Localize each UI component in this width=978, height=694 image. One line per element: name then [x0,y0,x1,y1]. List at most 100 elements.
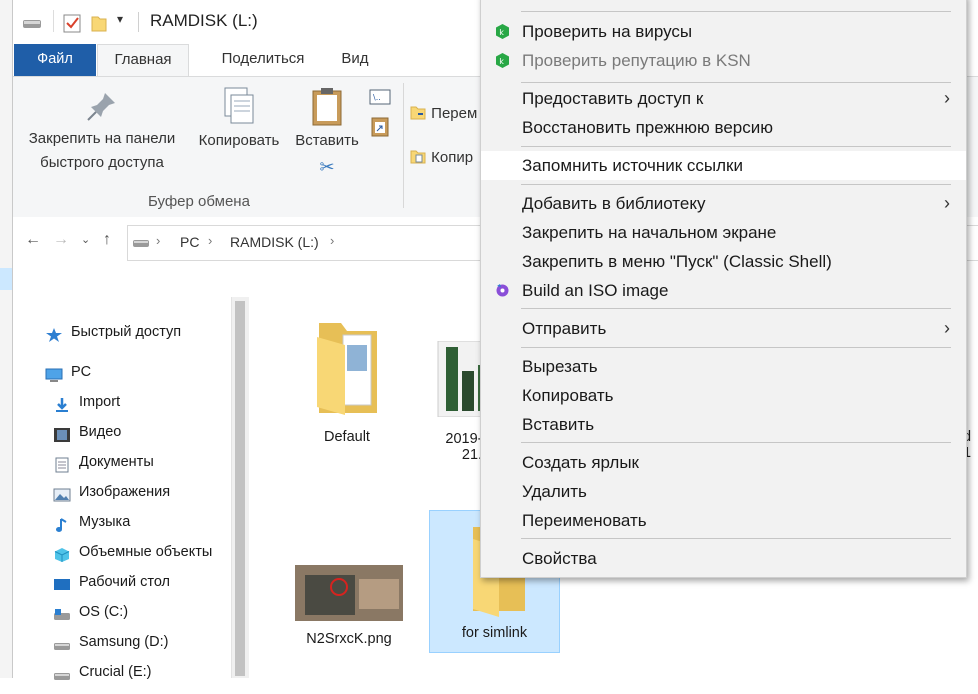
svg-text:\..: \.. [373,93,381,102]
up-arrow-icon[interactable]: ↑ [103,231,111,249]
menu-item-label: Удалить [522,482,587,501]
menu-item-label: Вырезать [522,357,598,376]
context-menu: k Проверить на вирусы k Проверить репута… [480,0,967,578]
menu-item-delete[interactable]: Удалить [481,477,966,506]
nav-import[interactable]: Import [53,387,120,417]
nav-video[interactable]: Видео [53,417,121,447]
menu-item-rename[interactable]: Переименовать [481,506,966,535]
menu-item-label: Восстановить прежнюю версию [522,118,773,137]
menu-item-pin-start-screen[interactable]: Закрепить на начальном экране [481,218,966,247]
pin-label-line2: быстрого доступа [40,154,164,171]
image-icon [53,484,71,502]
cube-icon [53,544,71,563]
breadcrumb-chevron-icon[interactable]: › [156,233,160,248]
menu-item-label: Проверить на вирусы [522,22,693,41]
menu-item-pin-classic-shell[interactable]: Закрепить в меню "Пуск" (Classic Shell) [481,247,966,276]
back-arrow-icon[interactable]: ← [25,231,41,249]
navigation-pane: Быстрый доступ PC Import Видео Документы… [13,297,249,681]
menu-item-copy[interactable]: Копировать [481,381,966,410]
nav-drive-d[interactable]: Samsung (D:) [53,627,168,657]
menu-item-add-to-library[interactable]: Добавить в библиотеку › [481,189,966,218]
nav-pane-scrollbar[interactable] [231,297,249,678]
nav-pc[interactable]: PC [45,357,91,387]
menu-separator [521,146,951,147]
menu-item-label: Предоставить доступ к [522,89,704,108]
paste-button[interactable]: Вставить ✂ [287,85,367,179]
nav-label: Быстрый доступ [71,324,182,340]
film-icon [53,424,71,443]
menu-item-label: Вставить [522,415,595,434]
menu-item-label: Переименовать [522,511,647,530]
nav-label: Документы [79,454,154,470]
menu-item-label: Свойства [522,549,597,568]
menu-item-label: Закрепить в меню "Пуск" (Classic Shell) [522,252,832,271]
nav-drive-e[interactable]: Crucial (E:) [53,657,152,687]
menu-item-paste[interactable]: Вставить [481,410,966,439]
scrollbar-thumb[interactable] [235,301,245,676]
breadcrumb-ramdisk[interactable]: RAMDISK (L:) [230,234,319,250]
pin-quick-access-button[interactable]: Закрепить на панели быстрого доступа [17,89,187,175]
menu-item-label: Запомнить источник ссылки [522,156,743,175]
recent-locations-chevron-icon[interactable]: ⌄ [81,233,90,246]
copy-label: Копировать [198,132,280,149]
nav-label: Музыка [79,514,131,530]
svg-text:k: k [499,57,504,66]
tab-view[interactable]: Вид [333,44,377,76]
breadcrumb-chevron-icon[interactable]: › [208,233,212,248]
menu-item-label: Build an ISO image [522,281,669,300]
folder-with-documents-icon [317,323,377,415]
forward-arrow-icon[interactable]: → [53,231,69,249]
menu-item-label: Добавить в библиотеку [522,194,706,213]
menu-item-cut[interactable]: Вырезать [481,352,966,381]
nav-desktop[interactable]: Рабочий стол [53,567,170,597]
menu-item-build-iso[interactable]: Build an ISO image [481,276,966,305]
drive-icon[interactable] [21,12,43,34]
file-item-n2srxck[interactable]: N2SrxcK.png [291,565,407,655]
nav-music[interactable]: Музыка [53,507,130,537]
submenu-arrow-icon: › [944,193,950,213]
drive-icon [53,604,71,621]
tab-home[interactable]: Главная [97,44,189,76]
cut-scissors-icon[interactable]: ✂ [287,155,367,179]
kaspersky-icon: k [496,53,509,68]
menu-item-restore-version[interactable]: Восстановить прежнюю версию [481,113,966,142]
menu-item-give-access[interactable]: Предоставить доступ к › [481,84,966,113]
menu-item-label: Закрепить на начальном экране [522,223,777,242]
menu-item-ksn-reputation[interactable]: k Проверить репутацию в KSN [481,46,966,75]
tab-share[interactable]: Поделиться [203,44,323,76]
menu-item-create-shortcut[interactable]: Создать ярлык [481,448,966,477]
menu-item-label: Отправить [522,319,607,338]
menu-item-scan-virus[interactable]: k Проверить на вирусы [481,17,966,46]
breadcrumb-chevron-icon[interactable]: › [330,233,334,248]
png-thumbnail-icon [295,565,403,621]
title-divider [138,12,139,32]
breadcrumb-pc[interactable]: PC [180,234,199,250]
nav-documents[interactable]: Документы [53,447,154,477]
copy-button[interactable]: Копировать [189,85,289,153]
file-item-default-folder[interactable]: Default [297,315,397,455]
nav-3d-objects[interactable]: Объемные объекты [53,537,212,567]
new-folder-icon[interactable] [89,12,109,34]
customize-qa-dropdown-icon[interactable]: ▾ [117,12,123,34]
tab-file[interactable]: Файл [14,44,96,76]
copy-to-label: Копир [431,149,474,166]
copy-to-button[interactable]: Копир [409,147,473,166]
copy-path-icon[interactable]: \.. [369,89,391,105]
nav-images[interactable]: Изображения [53,477,170,507]
address-drive-icon [133,240,149,247]
menu-item-send-to[interactable]: Отправить › [481,314,966,343]
star-icon [45,324,63,343]
qa-divider [53,10,54,32]
nav-quick-access[interactable]: Быстрый доступ [45,317,181,347]
menu-item-properties[interactable]: Свойства [481,544,966,573]
file-label: for simlink [461,625,528,641]
properties-checkmark-icon[interactable] [62,12,82,34]
menu-item-remember-link-source[interactable]: Запомнить источник ссылки [481,151,966,180]
document-icon [53,454,71,473]
kaspersky-icon: k [496,24,509,39]
paste-shortcut-icon[interactable] [369,115,391,137]
move-to-button[interactable]: Перем [409,103,477,122]
drive-icon [53,634,71,651]
file-label: Default [324,429,370,445]
nav-drive-c[interactable]: OS (C:) [53,597,128,627]
